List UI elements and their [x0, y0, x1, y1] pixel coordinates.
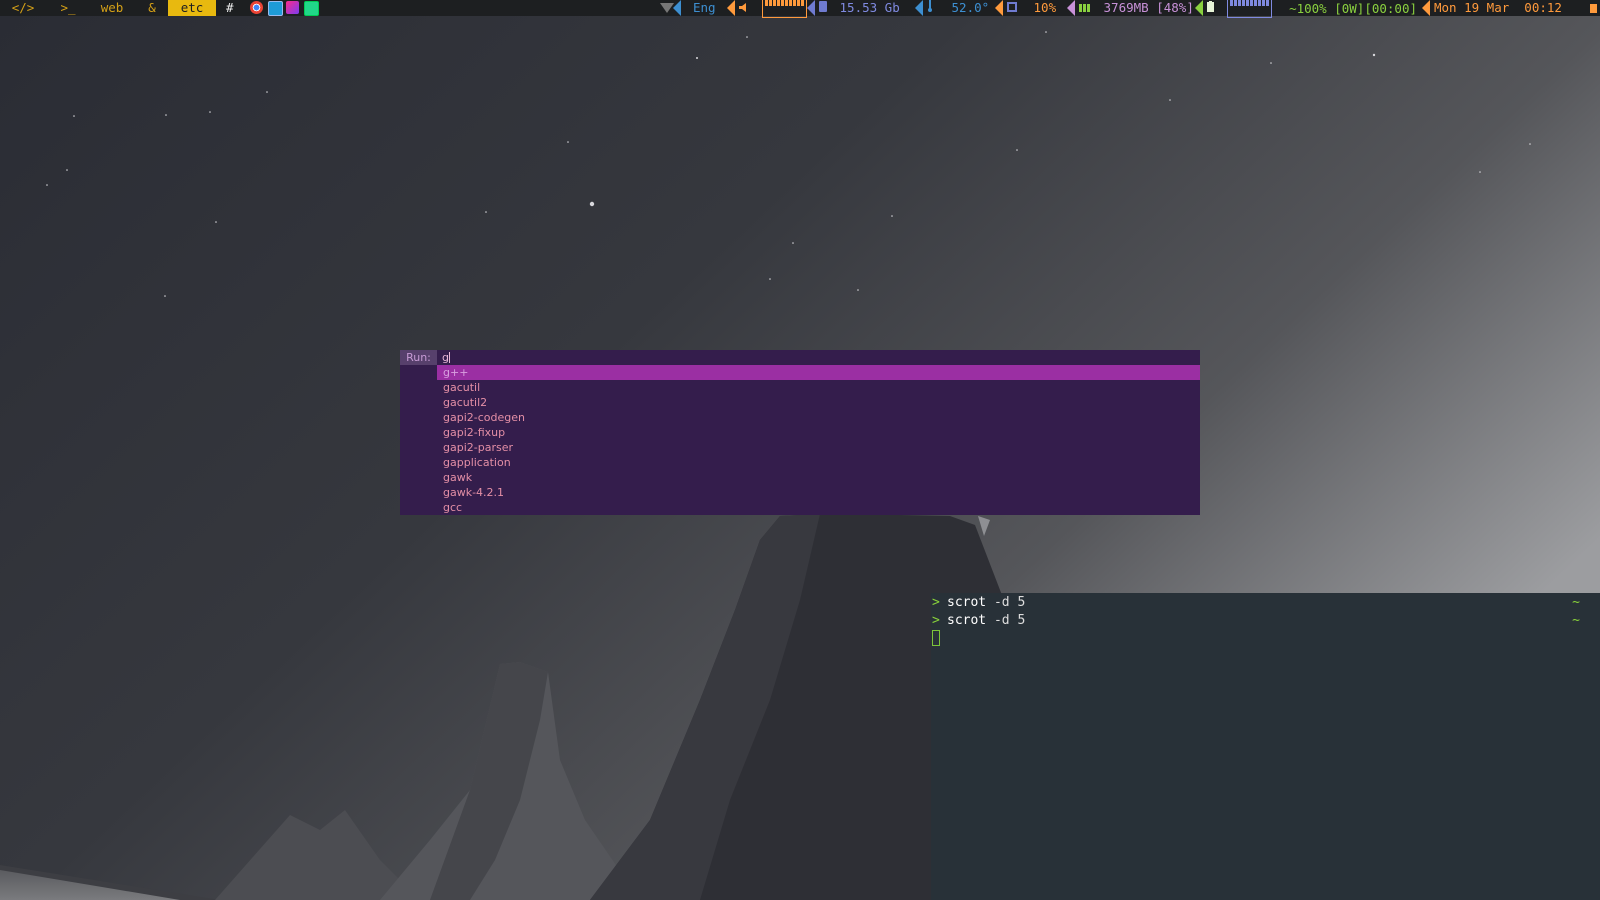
run-result-item[interactable]: gawk	[437, 470, 1200, 485]
terminal-line: > scrot -d 5 ~	[931, 612, 1600, 630]
run-result-item[interactable]: gawk-4.2.1	[437, 485, 1200, 500]
level-bar-segment	[764, 0, 768, 6]
layout-indicator[interactable]: #	[226, 0, 234, 16]
battery-segment: ~100% [0W][00:00]	[1195, 0, 1423, 18]
level-bar-segment	[1237, 0, 1241, 6]
level-bar-segment	[788, 0, 792, 6]
memory-segment: 3769MB [48%]	[1067, 0, 1195, 16]
command-text: scrot	[947, 595, 987, 610]
hdd-icon	[819, 0, 827, 16]
level-bar-segment	[1241, 0, 1245, 6]
run-result-item[interactable]: g++	[437, 365, 1200, 380]
run-result-item[interactable]: gacutil2	[437, 395, 1200, 410]
level-bar-segment	[1233, 0, 1237, 6]
command-text: scrot	[947, 613, 987, 628]
run-result-item[interactable]: gapplication	[437, 455, 1200, 470]
level-bar-segment	[1265, 0, 1269, 6]
command-args: -d 5	[986, 595, 1026, 610]
keyboard-layout-segment[interactable]: Eng	[673, 0, 731, 16]
status-bar: </> >_ web & etc # Eng 15.53 Gb 52.0° 10…	[0, 0, 1600, 18]
battery-level-bar	[1226, 0, 1272, 18]
tray-toggle-icon[interactable]	[1590, 4, 1597, 13]
terminal-window[interactable]: > scrot -d 5 ~ > scrot -d 5 ~	[931, 593, 1600, 900]
level-bar-segment	[1257, 0, 1261, 6]
workspace-code[interactable]: </>	[4, 0, 42, 16]
command-args: -d 5	[986, 613, 1026, 628]
cpu-value: 10%	[1033, 0, 1057, 15]
temperature-value: 52.0°	[951, 0, 990, 15]
text-caret	[449, 352, 450, 363]
cpu-icon	[1007, 0, 1017, 16]
android-studio-icon[interactable]	[304, 1, 319, 16]
run-result-item[interactable]: gapi2-parser	[437, 440, 1200, 455]
run-result-item[interactable]: gcc	[437, 500, 1200, 515]
prompt-symbol: >	[932, 595, 940, 610]
level-bar-segment	[768, 0, 772, 6]
level-bar-segment	[1245, 0, 1249, 6]
cwd-indicator: ~	[1572, 613, 1580, 628]
keyboard-layout-value: Eng	[693, 0, 716, 15]
disk-free-value: 15.53 Gb	[839, 0, 900, 15]
level-bar-segment	[796, 0, 800, 6]
speaker-icon	[739, 0, 749, 16]
temperature-segment: 52.0°	[915, 0, 993, 16]
run-result-item[interactable]: gacutil	[437, 380, 1200, 395]
run-label: Run:	[400, 350, 437, 365]
disk-segment: 15.53 Gb	[807, 0, 915, 16]
clock-value: Mon 19 Mar 00:12	[1434, 0, 1562, 15]
terminal-line: > scrot -d 5 ~	[931, 594, 1600, 612]
run-input[interactable]	[442, 350, 742, 365]
workspace-misc[interactable]: &	[138, 0, 166, 16]
level-bar-segment	[1249, 0, 1253, 6]
level-bar-segment	[784, 0, 788, 6]
wifi-icon[interactable]	[660, 3, 674, 13]
level-bar-segment	[800, 0, 804, 6]
level-bar-segment	[780, 0, 784, 6]
level-bar-segment	[792, 0, 796, 6]
battery-text: ~100% [0W][00:00]	[1289, 0, 1417, 16]
chrome-icon[interactable]	[250, 1, 263, 14]
cpu-segment: 10%	[995, 0, 1065, 16]
volume-segment[interactable]	[727, 0, 811, 18]
level-bar-segment	[1261, 0, 1265, 6]
level-bar-segment	[776, 0, 780, 6]
level-bar-segment	[1229, 0, 1233, 6]
cwd-indicator: ~	[1572, 595, 1580, 610]
memory-value: 3769MB [48%]	[1103, 0, 1194, 15]
prompt-symbol: >	[932, 613, 940, 628]
clock-segment[interactable]: Mon 19 Mar 00:12	[1422, 0, 1585, 16]
terminal-cursor	[932, 630, 940, 646]
level-bar-segment	[1253, 0, 1257, 6]
workspace-web[interactable]: web	[92, 0, 132, 16]
run-result-item[interactable]: gapi2-fixup	[437, 425, 1200, 440]
run-launcher: Run: g++gacutilgacutil2gapi2-codegengapi…	[400, 350, 1200, 515]
level-bar-segment	[772, 0, 776, 6]
memory-icon	[1079, 0, 1091, 16]
volume-level-bar	[761, 0, 807, 18]
workspace-etc[interactable]: etc	[168, 0, 216, 16]
workspace-terminal[interactable]: >_	[50, 0, 86, 16]
run-result-item[interactable]: gapi2-codegen	[437, 410, 1200, 425]
browser-icon[interactable]	[268, 1, 283, 16]
intellij-icon[interactable]	[286, 1, 299, 14]
thermometer-icon	[927, 0, 933, 16]
battery-icon	[1207, 0, 1214, 16]
